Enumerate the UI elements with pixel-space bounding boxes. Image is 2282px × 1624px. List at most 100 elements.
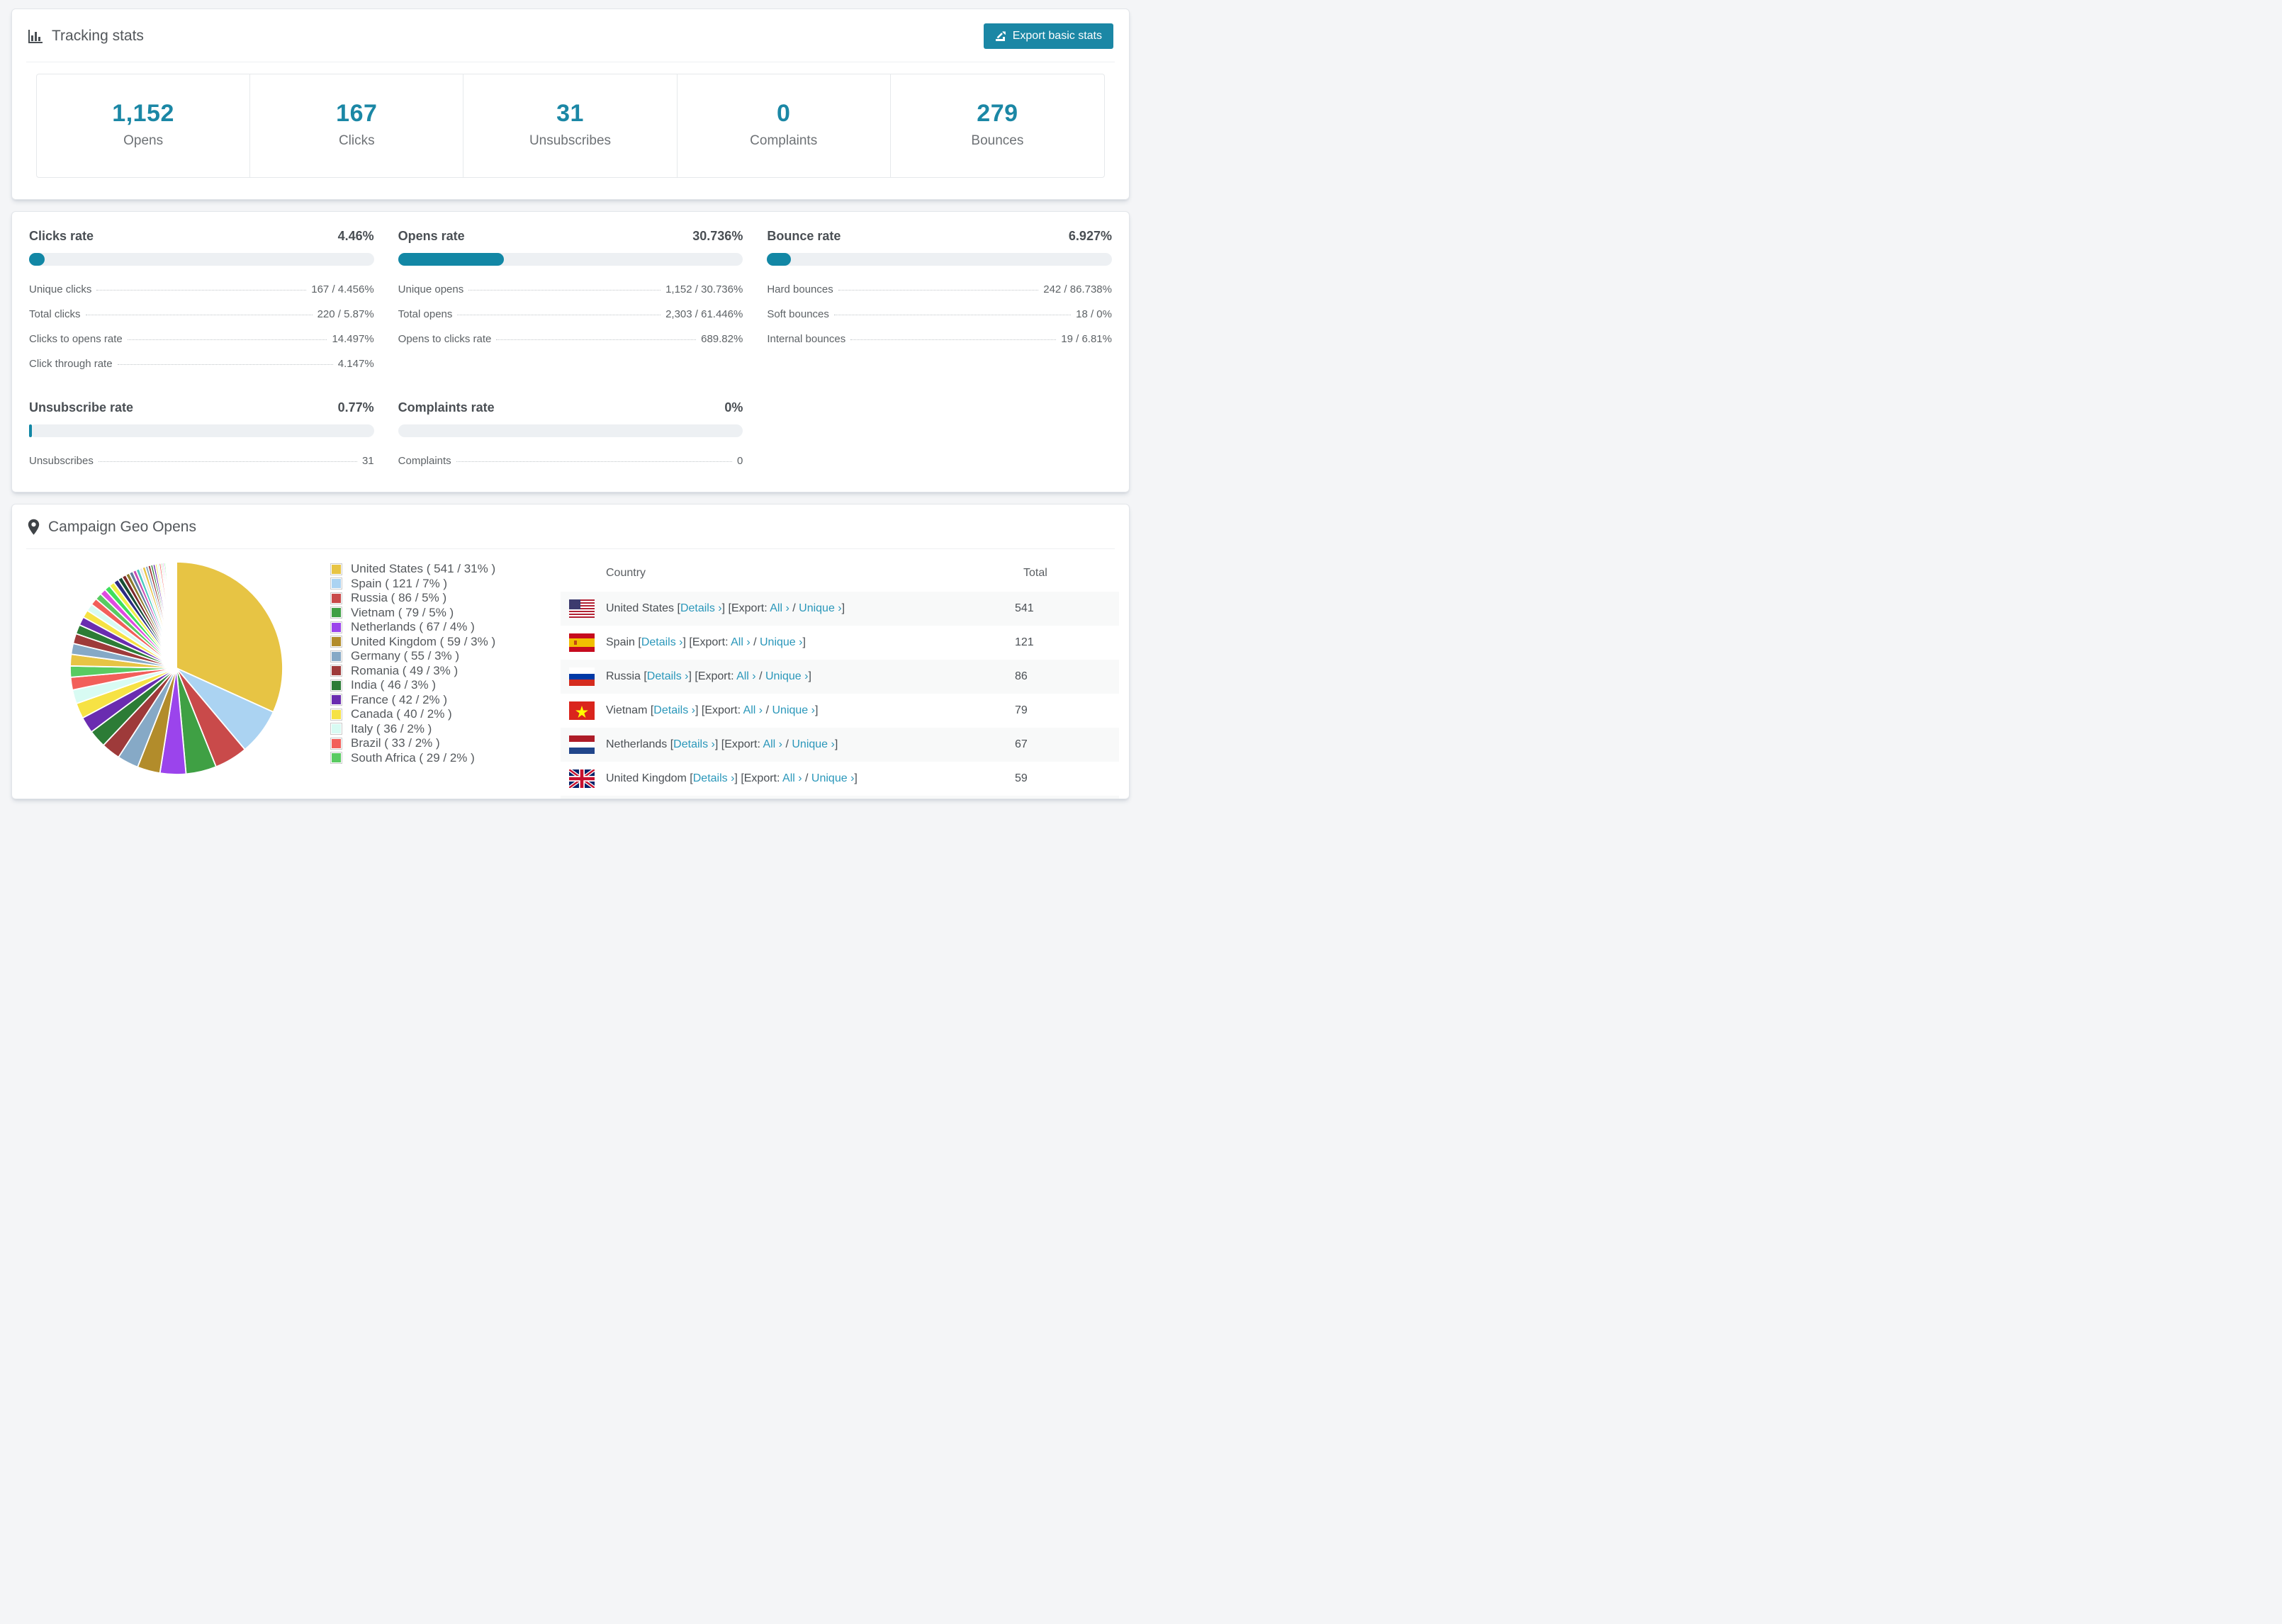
details-link[interactable]: Details ›	[647, 670, 689, 682]
details-link[interactable]: Details ›	[641, 636, 683, 648]
details-link[interactable]: Details ›	[653, 704, 695, 716]
detail-label: Opens to clicks rate	[398, 333, 492, 345]
export-basic-stats-button[interactable]: Export basic stats	[983, 23, 1113, 49]
detail-value: 220 / 5.87%	[317, 308, 374, 320]
detail-value: 4.147%	[337, 358, 374, 370]
summary-label: Opens	[123, 133, 164, 148]
export-unique-link[interactable]: Unique ›	[799, 602, 841, 614]
legend-label: Canada ( 40 / 2% )	[351, 707, 452, 721]
geo-table-header: Country Total	[561, 555, 1119, 592]
export-all-link[interactable]: All ›	[743, 704, 763, 716]
bracket-close: ]	[841, 602, 845, 614]
summary-label: Bounces	[971, 133, 1024, 148]
geo-title: Campaign Geo Opens	[48, 519, 196, 535]
flag-ru-icon	[569, 667, 606, 686]
details-link[interactable]: Details ›	[673, 738, 715, 750]
legend-label: South Africa ( 29 / 2% )	[351, 750, 475, 765]
legend-label: United States ( 541 / 31% )	[351, 562, 496, 576]
rate-detail-row: Unique clicks 167 / 4.456%	[29, 277, 374, 302]
rate-progress-bar	[767, 253, 1112, 266]
export-all-link[interactable]: All ›	[736, 670, 756, 682]
legend-label: Vietnam ( 79 / 5% )	[351, 605, 454, 619]
rate-detail-row: Complaints 0	[398, 449, 743, 473]
export-separator: /	[750, 636, 760, 648]
export-unique-link[interactable]: Unique ›	[765, 670, 808, 682]
legend-item-south-africa: South Africa ( 29 / 2% )	[330, 750, 548, 766]
geo-pie-wrap	[22, 555, 331, 799]
legend-label: Brazil ( 33 / 2% )	[351, 736, 440, 750]
country-name: Russia	[606, 670, 641, 682]
export-unique-link[interactable]: Unique ›	[772, 704, 814, 716]
details-link[interactable]: Details ›	[693, 772, 735, 784]
rate-block-complaints-rate: Complaints rate 0% Complaints 0	[398, 389, 743, 473]
detail-label: Unique clicks	[29, 283, 92, 295]
geo-table-row-us: United States [Details ›] [Export: All ›…	[561, 592, 1119, 626]
export-label: [Export:	[721, 738, 763, 750]
legend-label: India ( 46 / 3% )	[351, 678, 437, 692]
details-link[interactable]: Details ›	[680, 602, 722, 614]
detail-value: 18 / 0%	[1076, 308, 1112, 320]
rate-progress-bar	[398, 424, 743, 437]
detail-label: Click through rate	[29, 358, 113, 370]
legend-swatch	[330, 723, 342, 735]
rates-grid: Clicks rate 4.46% Unique clicks 167 / 4.456…	[12, 212, 1129, 492]
legend-item-canada: Canada ( 40 / 2% )	[330, 707, 548, 722]
legend-swatch	[330, 607, 342, 619]
rate-block-opens-rate: Opens rate 30.736% Unique opens 1,152 / 30.…	[398, 218, 743, 376]
bar-chart-icon	[28, 28, 43, 44]
flag-es-icon	[569, 633, 606, 652]
geo-table-rows: United States [Details ›] [Export: All ›…	[561, 592, 1119, 799]
dotted-leader	[127, 339, 327, 340]
detail-label: Hard bounces	[767, 283, 833, 295]
bracket-close: ]	[808, 670, 811, 682]
geo-pie-legend: United States ( 541 / 31% ) Spain ( 121 /…	[330, 555, 548, 799]
geo-opens-pie-chart	[69, 561, 283, 775]
export-separator: /	[802, 772, 811, 784]
legend-label: United Kingdom ( 59 / 3% )	[351, 634, 496, 648]
export-all-link[interactable]: All ›	[731, 636, 751, 648]
detail-value: 689.82%	[701, 333, 743, 345]
export-all-link[interactable]: All ›	[763, 738, 782, 750]
export-separator: /	[789, 602, 799, 614]
export-label: [Export:	[689, 636, 731, 648]
tracking-stats-header: Tracking stats Export basic stats	[12, 9, 1129, 62]
export-all-link[interactable]: All ›	[770, 602, 789, 614]
country-name: United States	[606, 602, 675, 614]
export-unique-link[interactable]: Unique ›	[811, 772, 854, 784]
summary-bounces: 279 Bounces	[891, 74, 1104, 177]
export-unique-link[interactable]: Unique ›	[792, 738, 834, 750]
rate-detail-row: Total clicks 220 / 5.87%	[29, 302, 374, 327]
detail-label: Complaints	[398, 455, 451, 467]
legend-swatch	[330, 679, 342, 692]
export-unique-link[interactable]: Unique ›	[760, 636, 802, 648]
legend-label: Netherlands ( 67 / 4% )	[351, 620, 475, 634]
legend-item-netherlands: Netherlands ( 67 / 4% )	[330, 620, 548, 635]
location-pin-icon	[28, 519, 40, 536]
legend-swatch	[330, 563, 342, 575]
rate-block-bounce-rate: Bounce rate 6.927% Hard bounces 242 / 86.73…	[767, 218, 1112, 376]
legend-label: Romania ( 49 / 3% )	[351, 663, 459, 677]
rate-value: 30.736%	[692, 229, 743, 243]
legend-item-spain: Spain ( 121 / 7% )	[330, 577, 548, 592]
legend-item-italy: Italy ( 36 / 2% )	[330, 722, 548, 737]
export-all-link[interactable]: All ›	[782, 772, 802, 784]
country-name: United Kingdom	[606, 772, 687, 784]
country-name: Netherlands	[606, 738, 668, 750]
legend-item-romania: Romania ( 49 / 3% )	[330, 663, 548, 679]
country-total: 86	[1015, 670, 1028, 682]
country-total: 67	[1015, 738, 1028, 750]
rate-progress-fill	[29, 424, 33, 437]
country-name: Vietnam	[606, 704, 648, 716]
legend-item-vietnam: Vietnam ( 79 / 5% )	[330, 605, 548, 621]
rate-detail-row: Unsubscribes 31	[29, 449, 374, 473]
country-total: 541	[1015, 602, 1034, 614]
legend-swatch	[330, 592, 342, 604]
summary-label: Clicks	[338, 133, 375, 148]
detail-value: 2,303 / 61.446%	[665, 308, 743, 320]
rate-detail-row: Internal bounces 19 / 6.81%	[767, 327, 1112, 351]
flag-nl-icon	[569, 735, 606, 754]
legend-label: Germany ( 55 / 3% )	[351, 649, 460, 663]
rate-detail-row: Total opens 2,303 / 61.446%	[398, 302, 743, 327]
summary-stats-row: 1,152 Opens 167 Clicks 31 Unsubscribes 0 Compla…	[36, 74, 1105, 178]
geo-content: United States ( 541 / 31% ) Spain ( 121 /…	[12, 549, 1129, 799]
